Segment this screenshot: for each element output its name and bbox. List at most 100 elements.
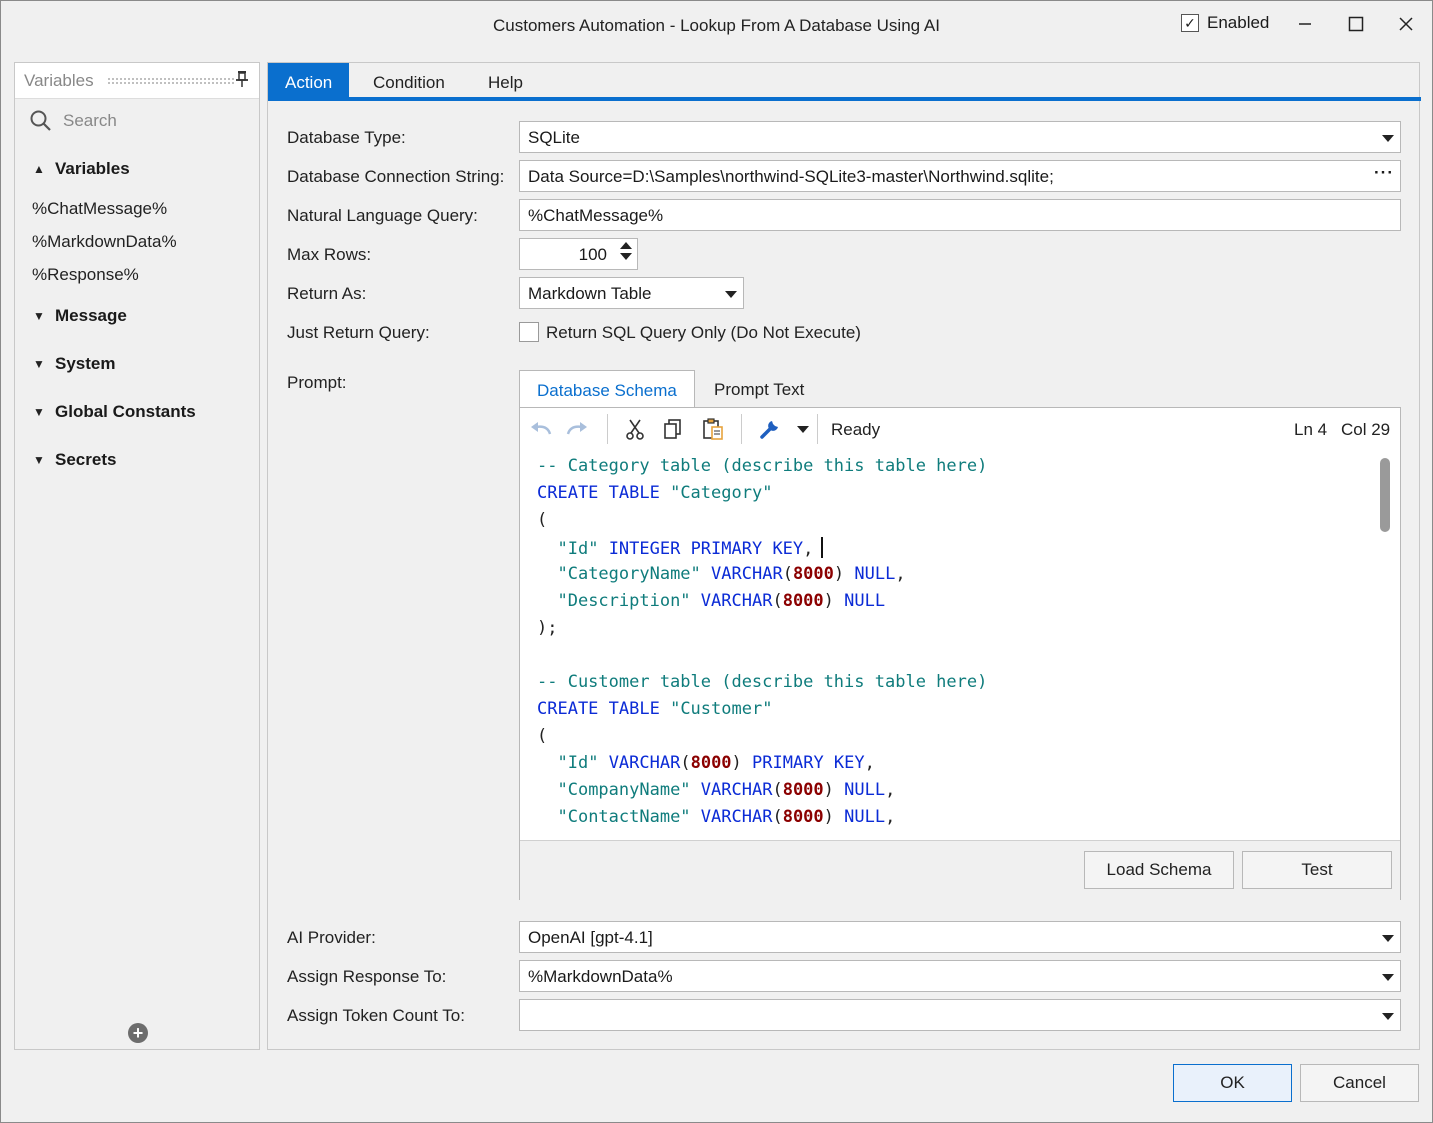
dialog-window: Customers Automation - Lookup From A Dat… [0, 0, 1433, 1123]
test-button[interactable]: Test [1242, 851, 1392, 889]
return-sql-only-label[interactable]: Return SQL Query Only (Do Not Execute) [546, 323, 861, 343]
expanded-arrow-icon: ▲ [33, 162, 45, 176]
copy-button[interactable] [660, 416, 686, 442]
group-label: Secrets [55, 450, 117, 469]
dropdown-arrow-icon [1382, 1013, 1394, 1020]
dropdown-arrow-icon [1382, 135, 1394, 142]
variable-item[interactable]: %ChatMessage% [32, 199, 167, 219]
code-line: "ContactName" VARCHAR(8000) NULL, [557, 807, 896, 827]
database-type-value: SQLite [528, 128, 580, 147]
title-bar: Customers Automation - Lookup From A Dat… [1, 1, 1432, 53]
code-line: ); [537, 618, 558, 638]
group-label: Global Constants [55, 402, 196, 421]
connection-string-label: Database Connection String: [287, 167, 505, 186]
undo-button[interactable] [528, 416, 554, 442]
tools-button[interactable] [757, 416, 783, 442]
tools-dropdown[interactable] [790, 416, 816, 442]
minimize-icon [1299, 23, 1311, 25]
prompt-label: Prompt: [287, 373, 347, 392]
plus-icon: + [132, 1023, 144, 1043]
editor-toolbar: Ready Ln 4 Col 29 [520, 408, 1400, 450]
load-schema-button[interactable]: Load Schema [1084, 851, 1234, 889]
return-as-label: Return As: [287, 284, 367, 303]
tab-prompt-text[interactable]: Prompt Text [697, 370, 821, 408]
return-as-value: Markdown Table [528, 284, 652, 303]
assign-response-select[interactable]: %MarkdownData% [519, 960, 1401, 992]
collapsed-arrow-icon: ▼ [33, 357, 45, 371]
search-icon [30, 110, 51, 131]
paste-button[interactable] [700, 416, 726, 442]
database-type-label: Database Type: [287, 128, 406, 147]
tab-database-schema[interactable]: Database Schema [519, 370, 695, 408]
add-variable-button[interactable]: + [128, 1023, 148, 1043]
enabled-toggle[interactable]: ✓ Enabled [1181, 13, 1269, 33]
code-line: "CategoryName" VARCHAR(8000) NULL, [557, 564, 906, 584]
nl-query-input[interactable]: %ChatMessage% [519, 199, 1401, 231]
cancel-button[interactable]: Cancel [1300, 1064, 1419, 1102]
group-variables[interactable]: ▲ Variables [33, 159, 130, 179]
enabled-label: Enabled [1207, 13, 1270, 32]
assign-token-count-label: Assign Token Count To: [287, 1006, 465, 1025]
ai-provider-select[interactable]: OpenAI [gpt-4.1] [519, 921, 1401, 953]
group-secrets[interactable]: ▼ Secrets [33, 450, 116, 470]
search-input[interactable] [61, 107, 241, 135]
code-line: -- Category table (describe this table h… [537, 456, 988, 476]
connection-string-field[interactable]: Data Source=D:\Samples\northwind-SQLite3… [519, 160, 1401, 192]
group-system[interactable]: ▼ System [33, 354, 115, 374]
browse-ellipsis-icon[interactable]: ··· [1374, 163, 1394, 183]
code-line: CREATE TABLE "Category" [537, 483, 773, 503]
code-line: "CompanyName" VARCHAR(8000) NULL, [557, 780, 896, 800]
toolbar-separator [607, 414, 608, 444]
maximize-icon [1348, 16, 1364, 32]
group-label: Variables [55, 159, 130, 178]
editor-actions: Load Schema Test [520, 840, 1400, 900]
tab-action[interactable]: Action [268, 63, 350, 99]
wrench-icon [760, 421, 778, 439]
return-sql-only-checkbox[interactable] [519, 322, 539, 342]
enabled-checkbox[interactable]: ✓ [1181, 14, 1199, 32]
column-indicator: Col 29 [1341, 420, 1391, 439]
variables-panel-header: Variables [15, 63, 259, 99]
ok-button[interactable]: OK [1173, 1064, 1292, 1102]
assign-token-count-select[interactable] [519, 999, 1401, 1031]
max-rows-stepper[interactable]: 100 [519, 238, 638, 270]
collapsed-arrow-icon: ▼ [33, 405, 45, 419]
database-type-select[interactable]: SQLite [519, 121, 1401, 153]
assign-response-label: Assign Response To: [287, 967, 447, 986]
code-line: ( [537, 726, 548, 746]
collapsed-arrow-icon: ▼ [33, 309, 45, 323]
tab-help[interactable]: Help [471, 63, 540, 99]
group-message[interactable]: ▼ Message [33, 306, 127, 326]
tab-underline [268, 97, 1421, 101]
max-rows-value: 100 [578, 245, 607, 264]
code-line: "Id" VARCHAR(8000) PRIMARY KEY, [557, 753, 875, 773]
tab-condition[interactable]: Condition [356, 63, 462, 99]
return-as-select[interactable]: Markdown Table [519, 277, 744, 309]
spinner-arrows-icon[interactable] [620, 242, 632, 260]
code-line: CREATE TABLE "Customer" [537, 699, 773, 719]
cut-button[interactable] [622, 416, 648, 442]
main-tabs: Action Condition Help [268, 63, 1421, 101]
panel-grip[interactable] [107, 77, 235, 85]
variable-item[interactable]: %MarkdownData% [32, 232, 177, 252]
code-area[interactable]: -- Category table (describe this table h… [520, 456, 1378, 840]
dropdown-arrow-icon [797, 426, 809, 433]
max-rows-label: Max Rows: [287, 245, 372, 264]
variable-item[interactable]: %Response% [32, 265, 139, 285]
group-global-constants[interactable]: ▼ Global Constants [33, 402, 196, 422]
connection-string-value: Data Source=D:\Samples\northwind-SQLite3… [528, 167, 1054, 186]
close-icon [1399, 17, 1413, 31]
editor-scrollbar-thumb[interactable] [1380, 458, 1390, 532]
variables-search [15, 99, 259, 143]
redo-button[interactable] [564, 416, 590, 442]
pin-icon[interactable] [235, 70, 249, 93]
group-label: System [55, 354, 116, 373]
minimize-button[interactable] [1290, 9, 1320, 39]
toolbar-separator [817, 414, 818, 444]
toolbar-separator [741, 414, 742, 444]
maximize-button[interactable] [1341, 9, 1371, 39]
code-line: "Description" VARCHAR(8000) NULL [557, 591, 886, 611]
paste-icon [703, 418, 723, 440]
close-button[interactable] [1391, 9, 1421, 39]
variables-panel: Variables ▲ Variables %ChatMessage% %Mar… [14, 62, 260, 1050]
